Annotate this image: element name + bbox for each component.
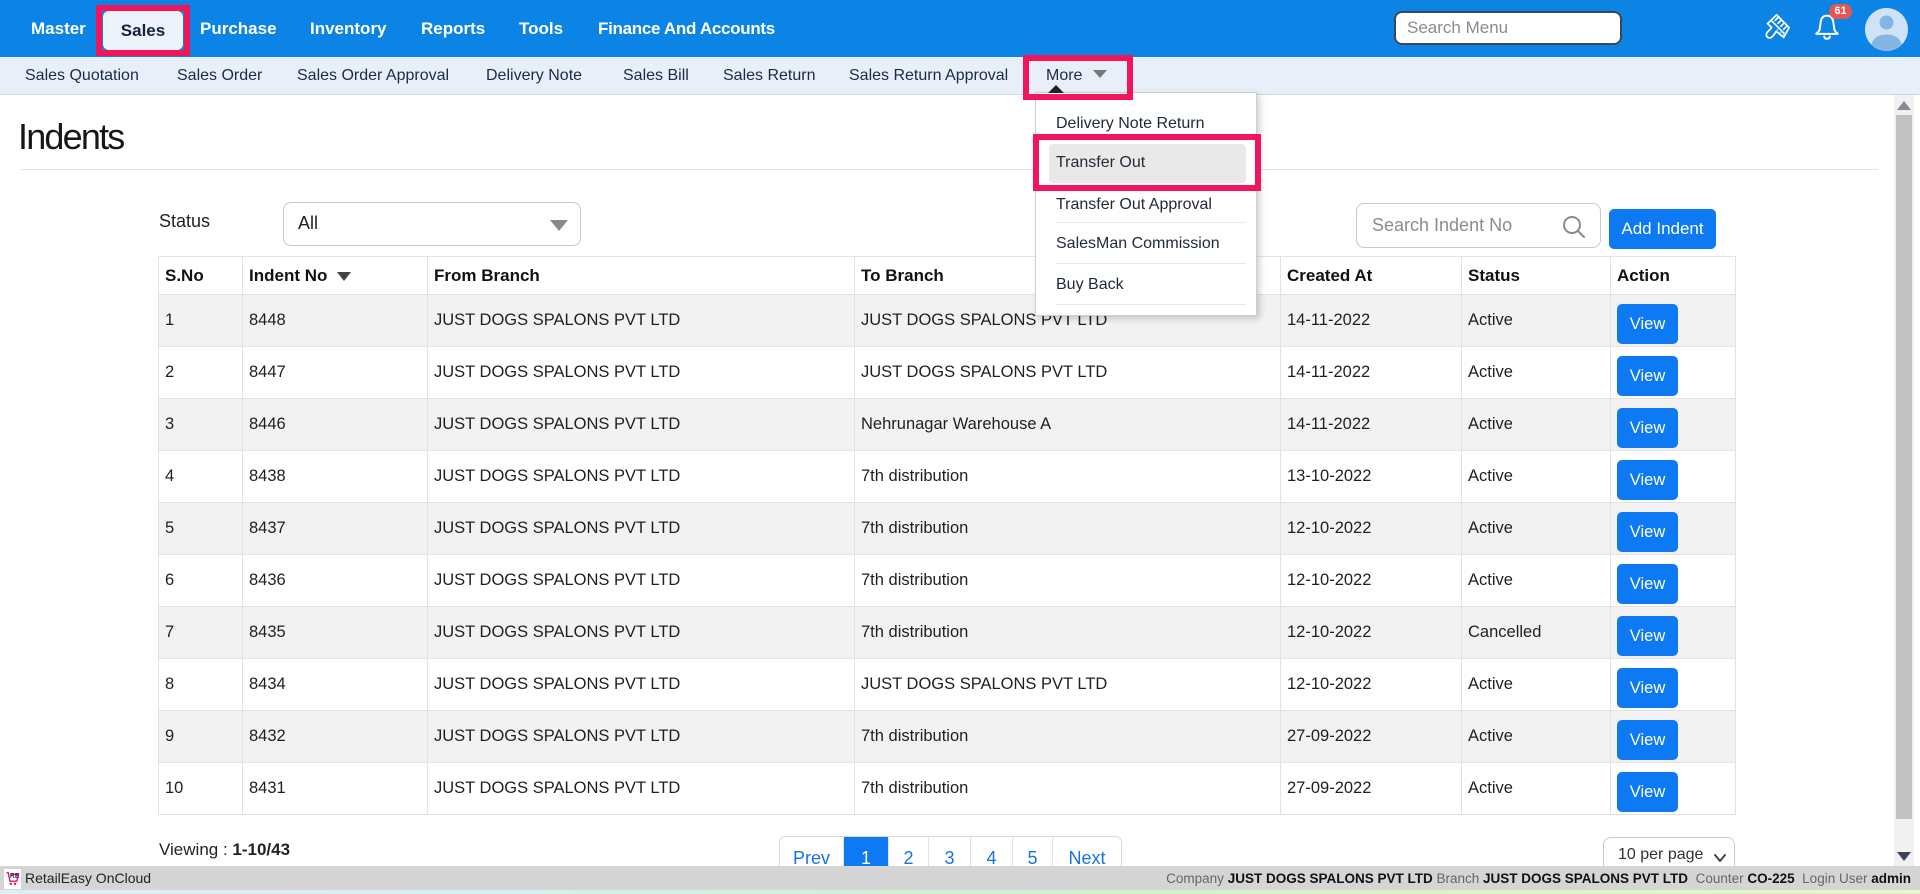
svg-text:RE: RE — [10, 873, 20, 880]
